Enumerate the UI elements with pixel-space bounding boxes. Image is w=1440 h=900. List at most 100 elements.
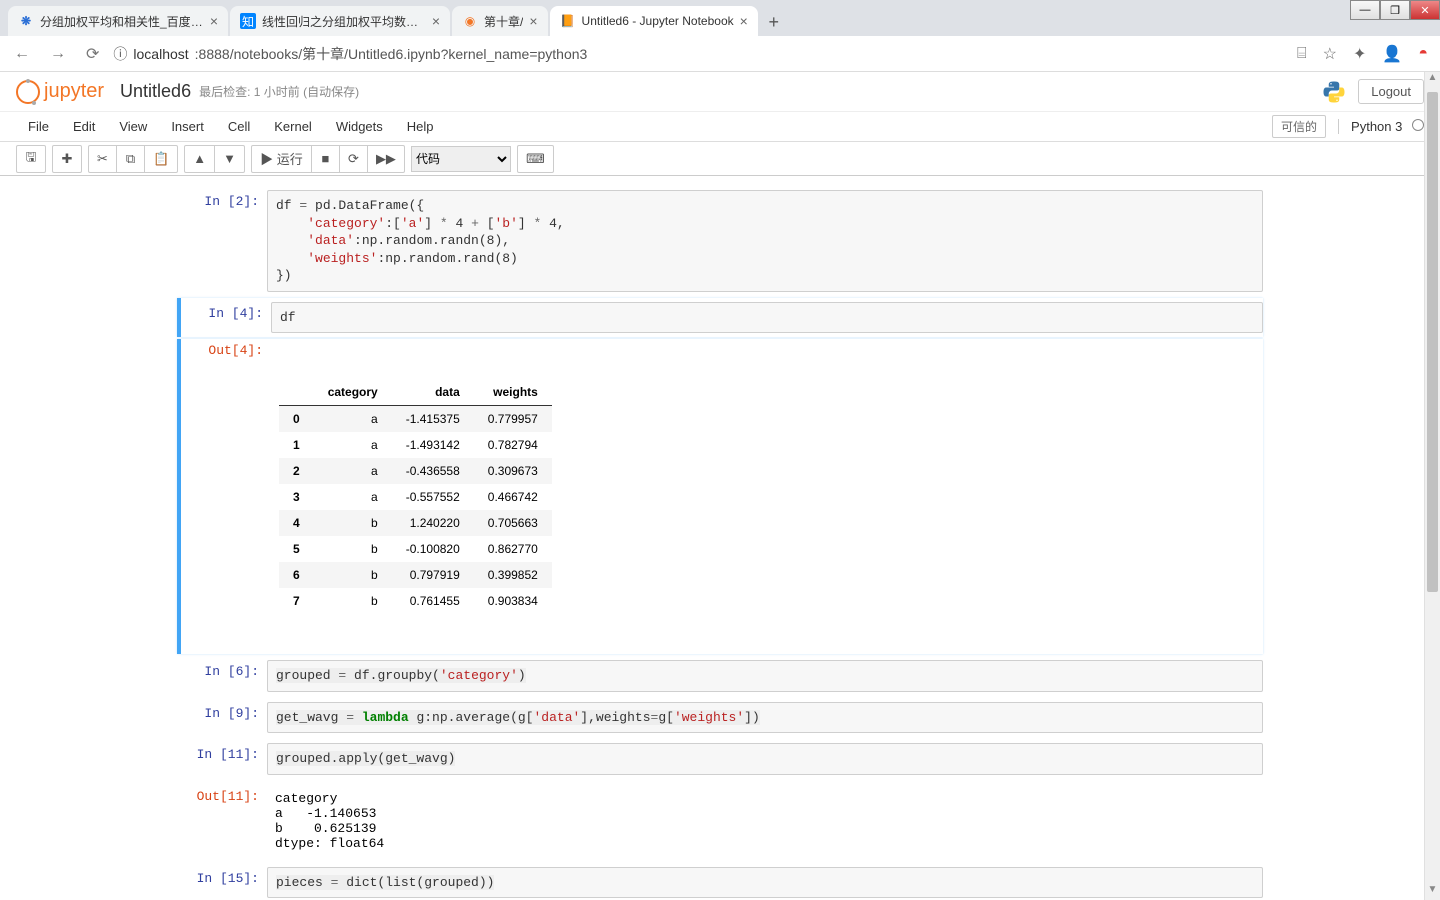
new-tab-button[interactable]: + bbox=[760, 8, 788, 36]
url-path: :8888/notebooks/第十章/Untitled6.ipynb?kern… bbox=[195, 44, 588, 64]
reload-button[interactable]: ⟳ bbox=[80, 40, 105, 68]
text-output: category a -1.140653 b 0.625139 dtype: f… bbox=[267, 785, 1263, 857]
tab-title: 第十章/ bbox=[484, 13, 523, 30]
menu-kernel[interactable]: Kernel bbox=[262, 115, 324, 138]
code-input[interactable]: df bbox=[271, 302, 1263, 334]
code-input[interactable]: grouped = df.groupby('category') bbox=[267, 660, 1263, 692]
output-cell: Out[11]: category a -1.140653 b 0.625139… bbox=[177, 781, 1263, 861]
code-input[interactable]: get_wavg = lambda g:np.average(g['data']… bbox=[267, 702, 1263, 734]
code-cell-selected[interactable]: In [4]: df bbox=[177, 298, 1263, 338]
input-prompt: In [15]: bbox=[177, 867, 267, 899]
output-cell: Out[4]: categorydataweights 0a-1.4153750… bbox=[177, 339, 1263, 654]
menu-insert[interactable]: Insert bbox=[159, 115, 216, 138]
logout-button[interactable]: Logout bbox=[1358, 79, 1424, 104]
kernel-status-icon bbox=[1412, 119, 1424, 131]
tab-baidu[interactable]: ❋ 分组加权平均和相关性_百度搜索 × bbox=[8, 6, 228, 36]
output-prompt: Out[4]: bbox=[181, 339, 271, 650]
tab-notebook-active[interactable]: 📙 Untitled6 - Jupyter Notebook × bbox=[550, 6, 758, 36]
address-bar[interactable]: ⓘ localhost:8888/notebooks/第十章/Untitled6… bbox=[113, 44, 1285, 64]
trusted-indicator[interactable]: 可信的 bbox=[1272, 115, 1326, 138]
menu-widgets[interactable]: Widgets bbox=[324, 115, 395, 138]
menu-view[interactable]: View bbox=[107, 115, 159, 138]
code-cell[interactable]: In [9]: get_wavg = lambda g:np.average(g… bbox=[177, 698, 1263, 738]
browser-toolbar: ← → ⟳ ⓘ localhost:8888/notebooks/第十章/Unt… bbox=[0, 36, 1440, 72]
bookmark-star-icon[interactable]: ☆ bbox=[1319, 40, 1341, 68]
tab-zhihu[interactable]: 知 线性回归之分组加权平均数和相… × bbox=[230, 6, 450, 36]
code-input[interactable]: pieces = dict(list(grouped)) bbox=[267, 867, 1263, 899]
table-row: 7b0.7614550.903834 bbox=[279, 588, 552, 614]
jupyter-menubar: File Edit View Insert Cell Kernel Widget… bbox=[0, 112, 1440, 142]
notebook-container[interactable]: In [2]: df = pd.DataFrame({ 'category':[… bbox=[0, 176, 1440, 900]
profile-icon[interactable]: 👤 bbox=[1378, 40, 1406, 68]
tab-title: 分组加权平均和相关性_百度搜索 bbox=[40, 13, 204, 30]
forward-button[interactable]: → bbox=[44, 41, 72, 67]
window-maximize-button[interactable]: ❐ bbox=[1380, 0, 1410, 20]
table-row: 5b-0.1008200.862770 bbox=[279, 536, 552, 562]
menu-file[interactable]: File bbox=[16, 115, 61, 138]
dataframe-table: categorydataweights 0a-1.4153750.7799571… bbox=[279, 379, 552, 614]
scroll-up-icon[interactable]: ▲ bbox=[1425, 72, 1440, 88]
add-cell-button[interactable]: ✚ bbox=[53, 146, 81, 172]
paste-button[interactable]: 📋 bbox=[145, 146, 177, 172]
tab-title: 线性回归之分组加权平均数和相… bbox=[262, 13, 426, 30]
restart-button[interactable]: ⟳ bbox=[340, 146, 368, 172]
browser-tabstrip: ❋ 分组加权平均和相关性_百度搜索 × 知 线性回归之分组加权平均数和相… × … bbox=[0, 0, 1440, 36]
translate-icon[interactable]: ⌸ bbox=[1293, 41, 1311, 67]
menu-help[interactable]: Help bbox=[395, 115, 446, 138]
back-button[interactable]: ← bbox=[8, 41, 36, 67]
code-cell[interactable]: In [6]: grouped = df.groupby('category') bbox=[177, 656, 1263, 696]
run-button[interactable]: ▶ 运行 bbox=[252, 146, 312, 172]
cut-button[interactable]: ✂ bbox=[89, 146, 117, 172]
close-icon[interactable]: × bbox=[432, 13, 440, 29]
window-minimize-button[interactable]: — bbox=[1350, 0, 1380, 20]
copy-button[interactable]: ⧉ bbox=[117, 146, 145, 172]
code-cell[interactable]: In [2]: df = pd.DataFrame({ 'category':[… bbox=[177, 186, 1263, 296]
vertical-scrollbar[interactable]: ▲ ▼ bbox=[1424, 72, 1440, 900]
favicon-notebook: 📙 bbox=[560, 13, 576, 29]
jupyter-logo-icon bbox=[16, 80, 40, 104]
extensions-icon[interactable]: ✦ bbox=[1349, 40, 1370, 68]
close-icon[interactable]: × bbox=[210, 13, 218, 29]
dataframe-output: categorydataweights 0a-1.4153750.7799571… bbox=[271, 339, 1263, 650]
window-close-button[interactable]: ✕ bbox=[1410, 0, 1440, 20]
input-prompt: In [2]: bbox=[177, 190, 267, 292]
menu-cell[interactable]: Cell bbox=[216, 115, 262, 138]
favicon-baidu: ❋ bbox=[18, 13, 34, 29]
checkpoint-status: 最后检查: 1 小时前 (自动保存) bbox=[199, 83, 359, 100]
notebook-name[interactable]: Untitled6 bbox=[120, 81, 191, 102]
code-input[interactable]: df = pd.DataFrame({ 'category':['a'] * 4… bbox=[267, 190, 1263, 292]
input-prompt: In [9]: bbox=[177, 702, 267, 734]
extension-badge-icon[interactable]: ◓ bbox=[1414, 41, 1432, 67]
output-prompt: Out[11]: bbox=[177, 785, 267, 857]
interrupt-button[interactable]: ■ bbox=[312, 146, 340, 172]
code-input[interactable]: grouped.apply(get_wavg) bbox=[267, 743, 1263, 775]
restart-run-all-button[interactable]: ▶▶ bbox=[368, 146, 404, 172]
site-info-icon[interactable]: ⓘ bbox=[113, 44, 127, 64]
code-cell[interactable]: In [15]: pieces = dict(list(grouped)) bbox=[177, 863, 1263, 900]
scroll-down-icon[interactable]: ▼ bbox=[1425, 884, 1440, 900]
jupyter-logo[interactable]: jupyter bbox=[16, 80, 104, 104]
tab-title: Untitled6 - Jupyter Notebook bbox=[582, 14, 734, 28]
move-up-button[interactable]: ▲ bbox=[185, 146, 215, 172]
menu-edit[interactable]: Edit bbox=[61, 115, 107, 138]
jupyter-app: jupyter Untitled6 最后检查: 1 小时前 (自动保存) Log… bbox=[0, 72, 1440, 900]
command-palette-button[interactable]: ⌨ bbox=[518, 146, 553, 172]
scrollbar-thumb[interactable] bbox=[1427, 92, 1438, 592]
code-cell[interactable]: In [11]: grouped.apply(get_wavg) bbox=[177, 739, 1263, 779]
input-prompt: In [11]: bbox=[177, 743, 267, 775]
jupyter-header: jupyter Untitled6 最后检查: 1 小时前 (自动保存) Log… bbox=[0, 72, 1440, 112]
window-controls: — ❐ ✕ bbox=[1350, 0, 1440, 20]
table-row: 6b0.7979190.399852 bbox=[279, 562, 552, 588]
input-prompt: In [4]: bbox=[181, 302, 271, 334]
save-button[interactable]: 🖫 bbox=[17, 146, 45, 172]
jupyter-toolbar: 🖫 ✚ ✂ ⧉ 📋 ▲ ▼ ▶ 运行 ■ ⟳ ▶▶ 代码 ⌨ bbox=[0, 142, 1440, 176]
tab-jupyter-dir[interactable]: ◉ 第十章/ × bbox=[452, 6, 548, 36]
table-row: 4b1.2402200.705663 bbox=[279, 510, 552, 536]
cell-type-select[interactable]: 代码 bbox=[411, 146, 511, 172]
table-row: 3a-0.5575520.466742 bbox=[279, 484, 552, 510]
close-icon[interactable]: × bbox=[740, 13, 748, 29]
table-row: 2a-0.4365580.309673 bbox=[279, 458, 552, 484]
close-icon[interactable]: × bbox=[529, 13, 537, 29]
move-down-button[interactable]: ▼ bbox=[215, 146, 244, 172]
kernel-name[interactable]: Python 3 bbox=[1338, 119, 1424, 134]
